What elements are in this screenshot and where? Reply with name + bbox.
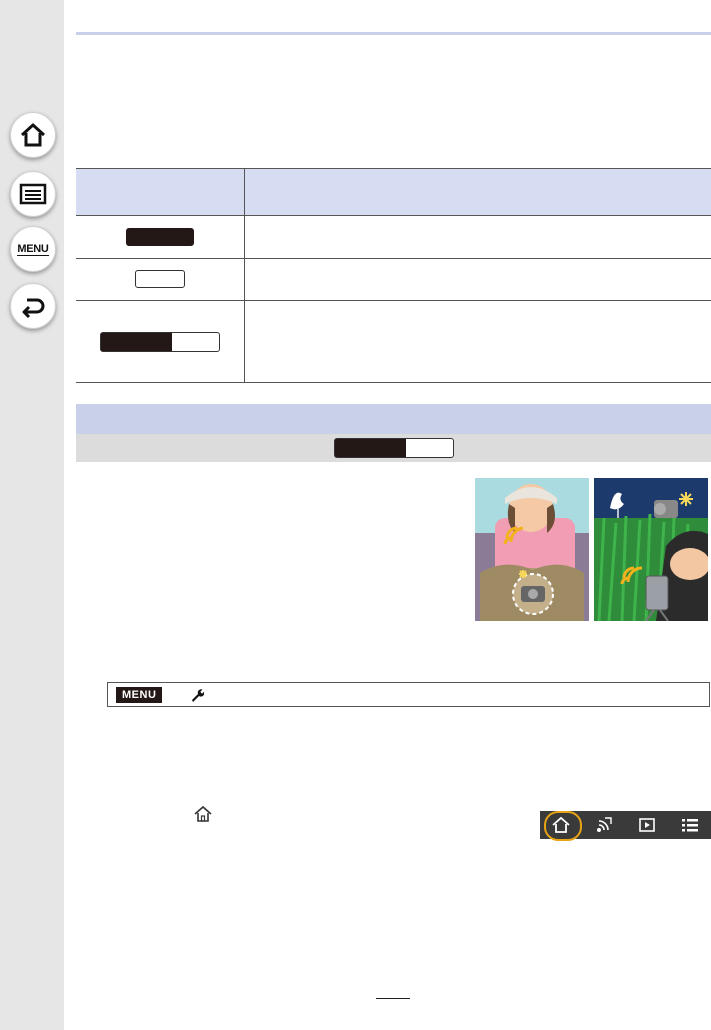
table-cell (244, 258, 711, 301)
page-number-rule (376, 998, 410, 999)
illustration-camera-in-hand (475, 478, 589, 621)
section-subheader (76, 434, 711, 462)
back-icon (22, 298, 45, 318)
table-header-row (76, 168, 711, 216)
sidebar-contents-button[interactable] (10, 171, 56, 217)
tab-home[interactable] (540, 811, 583, 841)
table-header-cell (244, 168, 711, 216)
sidebar-back-button[interactable] (10, 283, 56, 329)
filled-indicator-icon (126, 227, 194, 246)
illustration-remote-shooting (594, 478, 708, 621)
tab-wireless[interactable] (583, 811, 626, 839)
tab-list[interactable] (668, 811, 711, 839)
playback-icon (639, 818, 655, 832)
wireless-icon (597, 817, 612, 832)
menu-badge: MENU (116, 686, 163, 703)
table-cell (76, 300, 245, 383)
camera-tab-bar (540, 811, 711, 841)
table-cell (244, 300, 711, 383)
section-header (76, 404, 711, 434)
table-row (76, 215, 711, 259)
table-header-cell (76, 168, 245, 216)
home-icon (20, 123, 46, 147)
table-row (76, 258, 711, 301)
sidebar-nav: MENU (0, 0, 64, 1030)
partial-indicator-icon (100, 331, 220, 352)
home-icon (552, 816, 570, 833)
sidebar-home-button[interactable] (10, 112, 56, 158)
table-cell (76, 215, 245, 259)
tab-playback[interactable] (626, 811, 669, 839)
home-icon (193, 805, 213, 828)
list-icon (681, 819, 698, 832)
wrench-icon (190, 688, 205, 702)
partial-indicator-icon (333, 438, 454, 458)
menu-icon: MENU (17, 242, 49, 256)
icon-legend-table (76, 168, 711, 383)
table-cell (244, 215, 711, 259)
header-rule (76, 32, 711, 35)
sidebar-menu-button[interactable]: MENU (10, 226, 56, 272)
menu-path-box: MENU (107, 682, 710, 707)
contents-list-icon (19, 183, 47, 205)
table-row (76, 300, 711, 383)
table-cell (76, 258, 245, 301)
outline-indicator-icon (135, 270, 185, 289)
